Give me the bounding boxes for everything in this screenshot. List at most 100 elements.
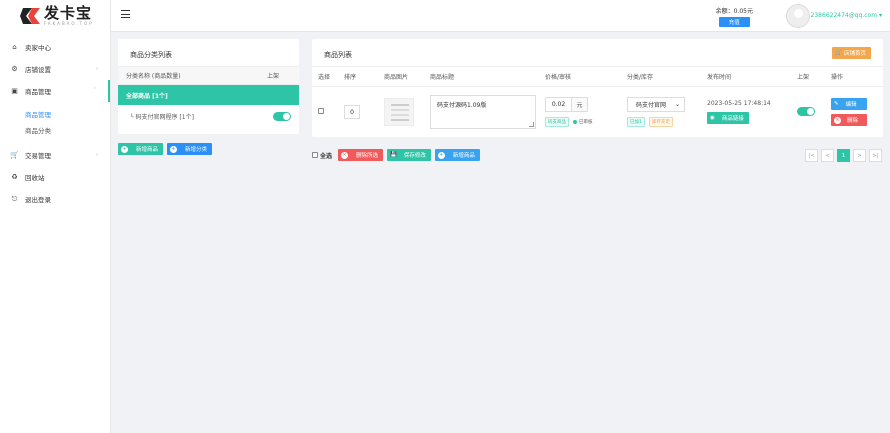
balance-box: 余额：0.05元 充值 [716, 6, 753, 27]
page-next-button[interactable]: > [853, 149, 866, 162]
pencil-icon: ✎ [834, 101, 839, 107]
delete-selected-button[interactable]: × 删除所选 [338, 149, 384, 161]
user-menu[interactable]: 2386622474@qq.com ▾ [811, 12, 882, 19]
page-first-button[interactable]: |< [805, 149, 818, 162]
col-select: 选择 [318, 74, 331, 81]
sub-item-product-category[interactable]: 商品分类 [0, 122, 110, 138]
category-on-toggle[interactable] [273, 111, 291, 121]
eye-icon: ◉ [710, 115, 715, 121]
cart-icon: 🛒 [835, 50, 842, 56]
add-product-label: 新增商品 [136, 147, 159, 153]
nav-item-product-management[interactable]: ▣ 商品管理 ˇ [0, 80, 110, 102]
user-email: 2386622474@qq.com [810, 12, 878, 19]
product-title-input[interactable]: 码支付源码1.09版 [430, 95, 536, 129]
brand-sub: FAKABAO.TOP [44, 21, 94, 26]
category-panel: 商品分类列表 分类名称 (商品数量) 上架 全部商品 [1个] └ 码支付官网程… [118, 39, 299, 134]
nav-label: 退出登录 [25, 196, 51, 204]
edit-label: 编辑 [845, 102, 857, 108]
plus-icon: + [437, 151, 445, 159]
save-changes-label: 保存修改 [403, 153, 426, 159]
col-actions: 操作 [831, 74, 844, 81]
row-checkbox[interactable] [318, 108, 324, 114]
nav-label: 回收站 [25, 174, 45, 182]
logout-icon: ⎋ [11, 194, 18, 203]
product-list-panel: 商品列表 🛒 店铺首页 选择 排序 商品图片 商品标题 价格/审核 分类/库存 … [312, 39, 883, 137]
edit-button[interactable]: ✎ 编辑 [831, 98, 867, 110]
delete-button[interactable]: × 删除 [831, 114, 867, 126]
nav-item-seller-center[interactable]: ⌂ 卖家中心 [0, 36, 110, 58]
category-actions: + 新增商品 + 新增分类 [118, 143, 213, 155]
category-panel-title: 商品分类列表 [118, 39, 299, 67]
top-header: 余额：0.05元 充值 2386622474@qq.com ▾ [111, 0, 890, 32]
nav-label: 商品管理 [25, 88, 51, 96]
gear-icon: ⚙ [11, 65, 18, 73]
review-status: 已审核 [573, 119, 593, 125]
recycle-icon: ♻ [11, 173, 18, 181]
recharge-button[interactable]: 充值 [718, 17, 750, 27]
delete-selected-label: 删除所选 [356, 153, 379, 159]
col-image: 商品图片 [384, 74, 409, 81]
close-icon: × [834, 116, 841, 124]
price-input[interactable]: 0.02 [545, 97, 572, 112]
col-sort: 排序 [344, 74, 357, 81]
add-category-button[interactable]: + 新增分类 [167, 143, 213, 155]
shop-home-button[interactable]: 🛒 店铺首页 [832, 47, 871, 59]
nav-menu: ⌂ 卖家中心 ⚙ 店铺设置 › ▣ 商品管理 ˇ 商品管理 商品分类 🛒 交易管… [0, 36, 110, 210]
save-changes-button[interactable]: 💾 保存修改 [387, 149, 431, 161]
col-time: 发布时间 [707, 74, 732, 81]
chevron-right-icon: › [96, 152, 98, 158]
nav-item-recycle-bin[interactable]: ♻ 回收站 [0, 166, 110, 188]
product-type-badge: 码支商品 [545, 117, 569, 127]
category-row[interactable]: └ 码支付官网程序 [1个] [118, 105, 299, 127]
select-all[interactable]: 全选 [312, 151, 332, 160]
plus-icon: + [121, 145, 128, 153]
col-category-on: 上架 [267, 73, 280, 80]
caret-down-icon: ▾ [878, 12, 882, 19]
close-icon: × [341, 151, 349, 159]
save-icon: 💾 [390, 152, 397, 158]
col-on: 上架 [797, 74, 810, 81]
balance-text: 余额：0.05元 [715, 8, 753, 15]
bulk-add-product-button[interactable]: + 新增商品 [434, 149, 480, 161]
add-category-label: 新增分类 [185, 147, 208, 153]
brand-name: 发卡宝 [44, 4, 93, 22]
cart-icon: 🛒 [10, 151, 19, 159]
stock-badge: 已加1 [627, 117, 645, 127]
nav-item-trade-management[interactable]: 🛒 交易管理 › [0, 144, 110, 166]
sort-input[interactable]: 0 [344, 105, 360, 119]
category-all-products[interactable]: 全部商品 [1个] [118, 85, 299, 105]
page-current-button[interactable]: 1 [837, 149, 850, 162]
col-price: 价格/审核 [545, 74, 572, 81]
logo[interactable]: 发卡宝 FAKABAO.TOP [0, 0, 110, 32]
category-name: └ 码支付官网程序 [1个] [130, 113, 194, 121]
sub-item-product-management[interactable]: 商品管理 [0, 106, 110, 122]
category-select[interactable]: 码支付官网 ⌄ [627, 97, 685, 112]
category-select-value: 码支付官网 [636, 102, 667, 109]
select-all-checkbox[interactable] [312, 152, 318, 158]
nav-label: 店铺设置 [25, 66, 51, 74]
product-on-toggle[interactable] [797, 106, 815, 116]
shop-home-label: 店铺首页 [843, 51, 866, 57]
stock-status-badge: 库存充足 [648, 117, 673, 127]
product-thumbnail[interactable] [384, 98, 414, 126]
brand-logo-icon [20, 6, 40, 26]
home-icon: ⌂ [12, 43, 17, 51]
price-unit: 元 [572, 97, 588, 112]
nav-label: 卖家中心 [25, 44, 51, 52]
product-link-label: 商品链接 [721, 116, 744, 122]
chevron-down-icon: ⌄ [674, 101, 680, 108]
col-title: 商品标题 [430, 74, 455, 81]
bulk-add-product-label: 新增商品 [452, 153, 475, 159]
plus-icon: + [170, 145, 178, 153]
page-prev-button[interactable]: < [821, 149, 834, 162]
page-last-button[interactable]: >| [869, 149, 882, 162]
nav-label: 交易管理 [25, 152, 51, 160]
product-link-button[interactable]: ◉ 商品链接 [707, 112, 749, 124]
menu-toggle-icon[interactable] [121, 10, 130, 18]
nav-item-logout[interactable]: ⎋ 退出登录 [0, 188, 110, 210]
col-category: 分类/库存 [627, 74, 654, 81]
nav-item-shop-settings[interactable]: ⚙ 店铺设置 › [0, 58, 110, 80]
avatar[interactable] [786, 4, 810, 28]
add-product-button[interactable]: + 新增商品 [118, 143, 164, 155]
category-table-header: 分类名称 (商品数量) 上架 [118, 67, 299, 85]
